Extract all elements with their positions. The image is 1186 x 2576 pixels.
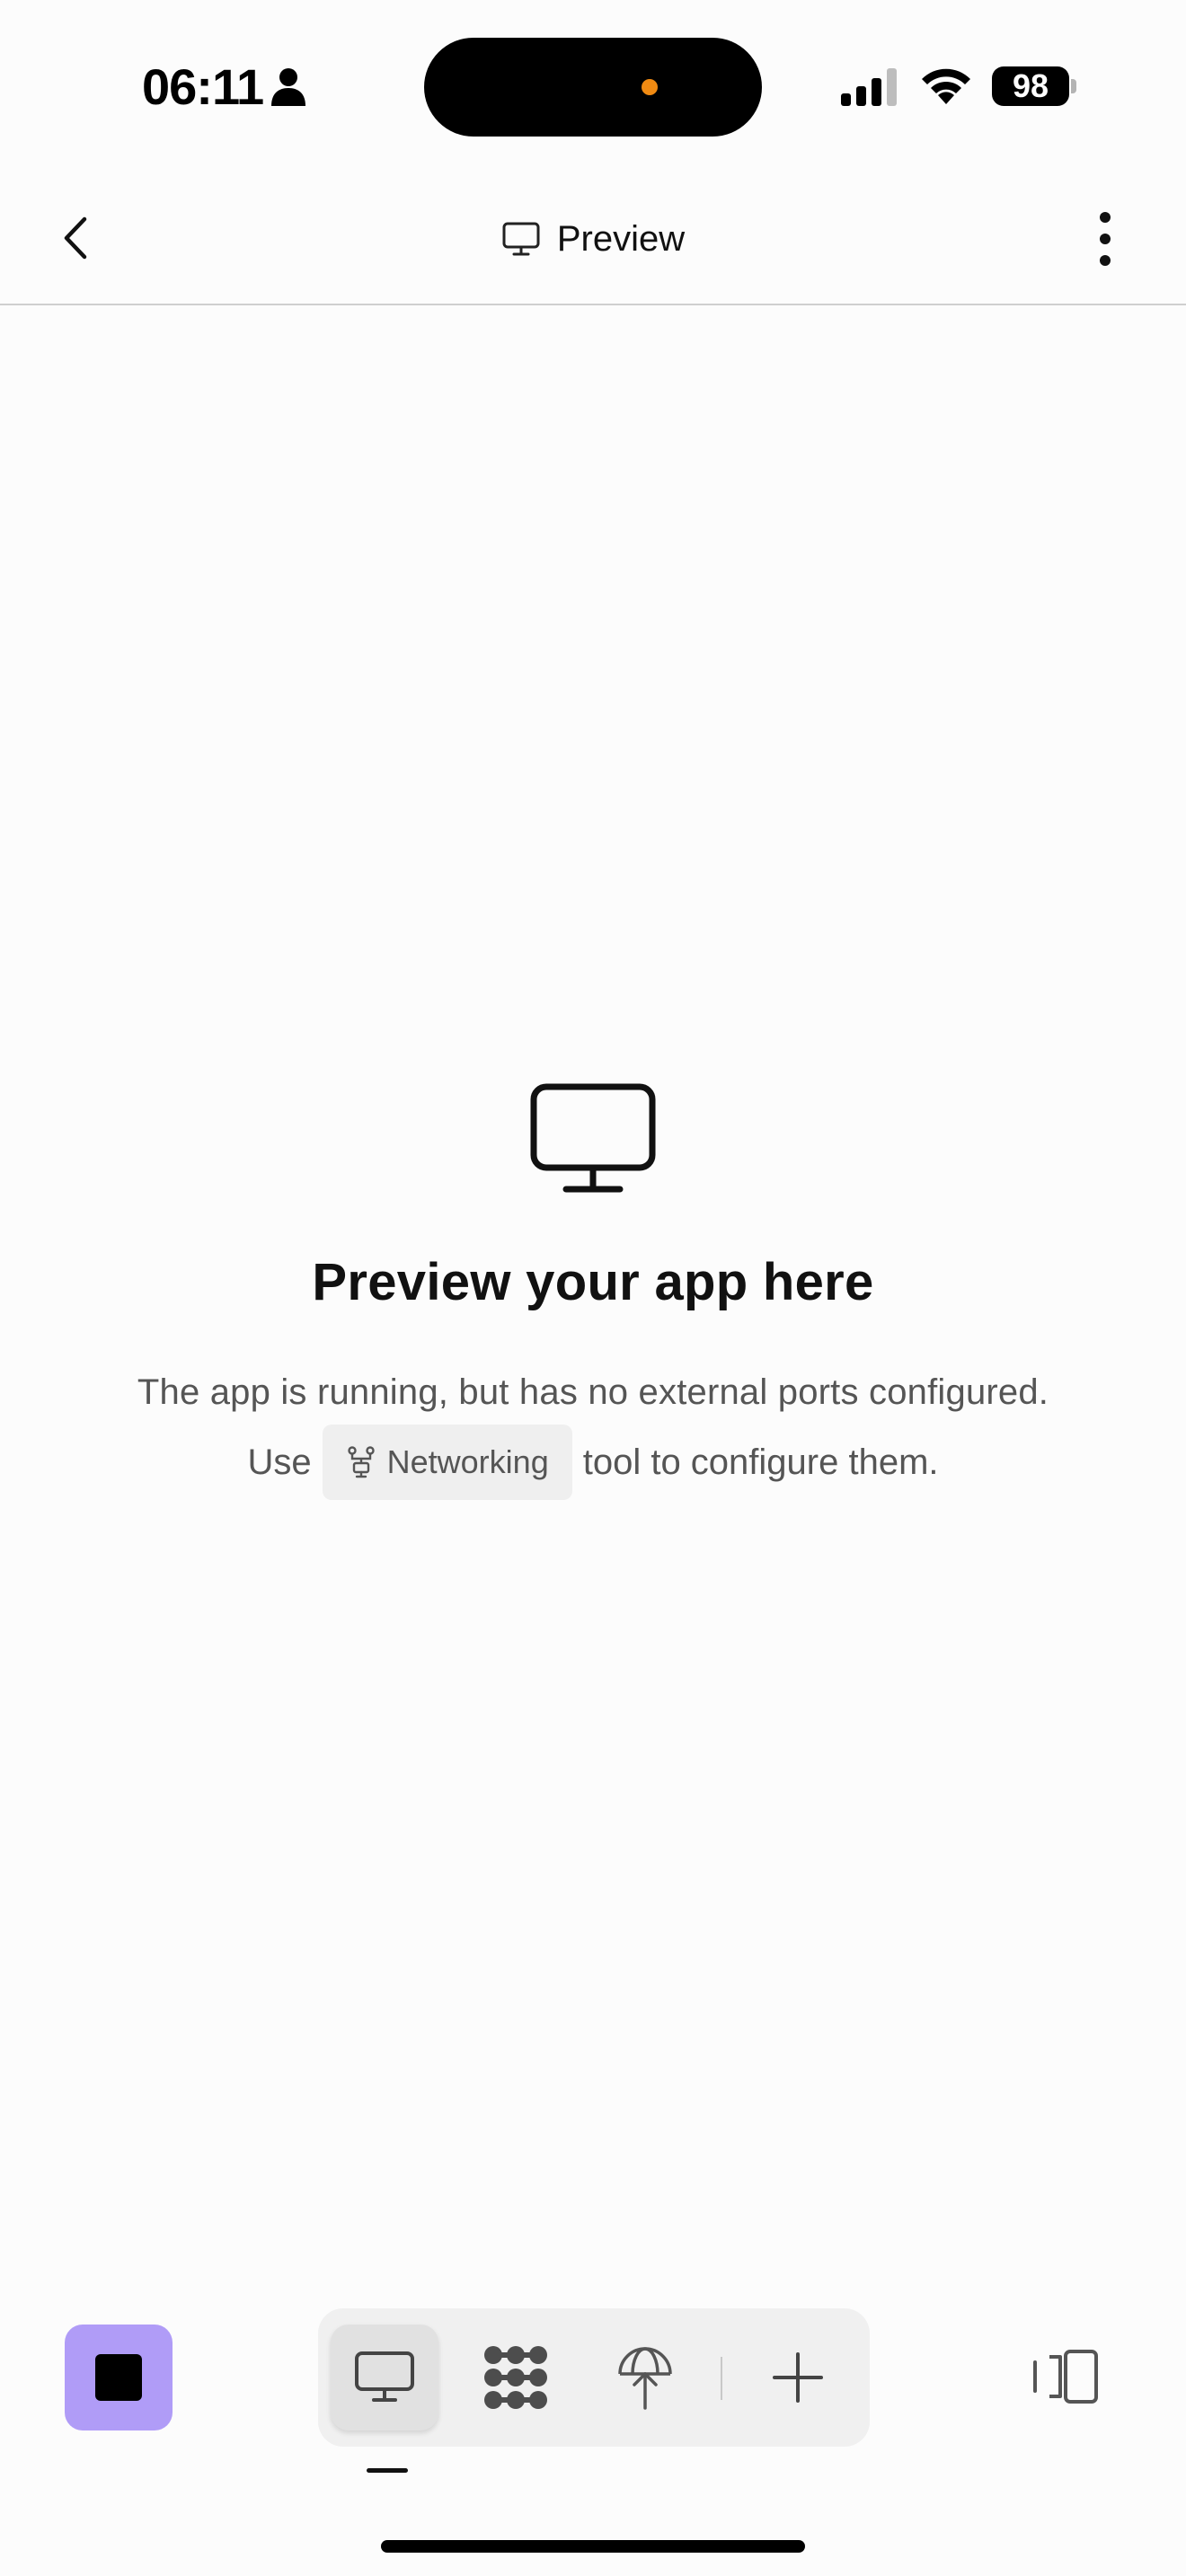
tool-deploy-button[interactable]: [591, 2325, 699, 2430]
tool-preview-button[interactable]: [331, 2325, 438, 2430]
panels-icon[interactable]: [1031, 2348, 1100, 2405]
hint-suffix: tool to configure them.: [582, 1442, 939, 1482]
dots-grid-icon: [484, 2346, 547, 2409]
header: Preview: [0, 171, 1186, 305]
battery-level: 98: [992, 66, 1069, 106]
plus-icon: [773, 2352, 823, 2403]
tool-shell-button[interactable]: [462, 2325, 570, 2430]
more-vertical-icon[interactable]: [1078, 203, 1132, 275]
status-time: 06:11: [142, 58, 264, 115]
empty-state-hint: Use Networking tool to configure them.: [0, 1425, 1186, 1500]
page-title-text: Preview: [556, 218, 686, 259]
status-bar: 06:11 98: [0, 0, 1186, 171]
empty-state-title: Preview your app here: [312, 1253, 874, 1311]
page-title: Preview: [0, 214, 1186, 264]
hint-prefix: Use: [247, 1442, 312, 1482]
wifi-icon: [922, 68, 970, 104]
active-tool-indicator: [367, 2468, 408, 2473]
empty-state-description: The app is running, but has no external …: [137, 1372, 1049, 1412]
person-icon: [271, 68, 305, 106]
networking-chip-label: Networking: [386, 1443, 549, 1480]
network-icon: [347, 1446, 375, 1478]
stop-icon: [95, 2354, 142, 2401]
dynamic-island: [424, 38, 762, 137]
tray-divider: [721, 2357, 722, 2400]
tool-tray: [318, 2308, 870, 2447]
monitor-icon: [355, 2351, 414, 2402]
networking-tool-chip[interactable]: Networking: [322, 1425, 572, 1500]
stop-button[interactable]: [65, 2325, 173, 2430]
camera-indicator-dot: [642, 79, 658, 95]
home-indicator: [381, 2540, 805, 2553]
battery-cap: [1071, 79, 1076, 93]
monitor-icon: [502, 222, 540, 256]
tool-add-button[interactable]: [744, 2325, 852, 2430]
signal-icon: [841, 68, 897, 106]
monitor-icon: [530, 1083, 656, 1193]
publish-globe-icon: [618, 2347, 672, 2410]
